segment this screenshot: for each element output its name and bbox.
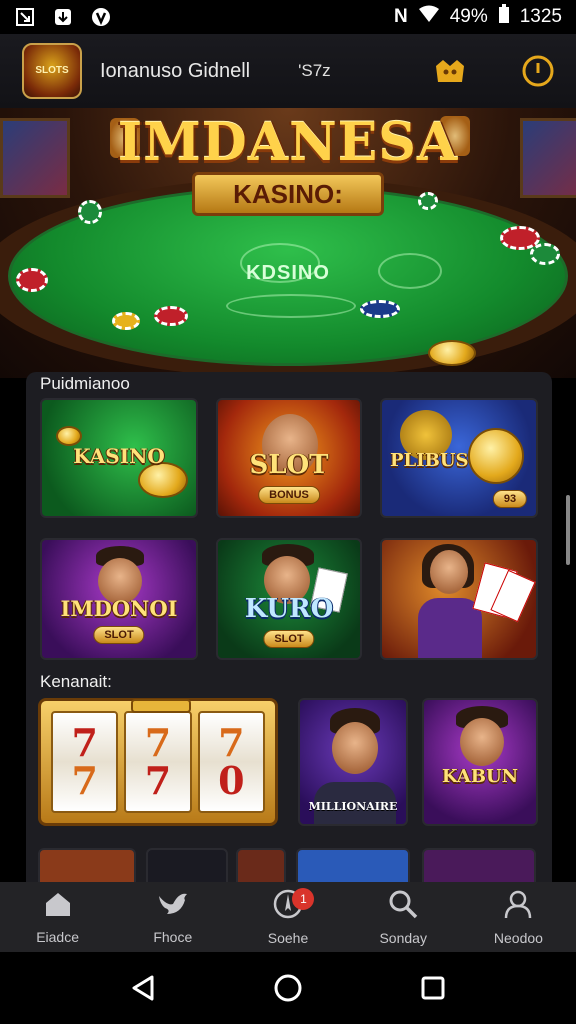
poker-chip	[530, 243, 560, 265]
app-logo[interactable]: SLOTS	[22, 43, 82, 99]
game-tile-card-dealer[interactable]	[380, 538, 538, 660]
game-tile-plibus[interactable]: PLIBUS 93	[380, 398, 538, 518]
home-button-icon[interactable]	[268, 968, 308, 1008]
status-bar: N 49% 1325	[0, 0, 576, 34]
search-icon	[388, 889, 418, 924]
felt-marking	[226, 294, 356, 318]
nav-profile[interactable]: Neodoo	[461, 882, 576, 952]
bird-icon	[157, 890, 189, 923]
recents-icon[interactable]	[413, 968, 453, 1008]
nav-explore[interactable]: Soehe 1	[230, 882, 345, 952]
balance: 'S7z	[298, 61, 331, 80]
hero-plaque: KASINO:	[192, 172, 384, 216]
app-header: SLOTS Ionanuso Gidnell 'S7z	[0, 34, 576, 108]
nav-label: Soehe	[267, 929, 309, 946]
slot-header	[131, 699, 191, 713]
nav-label: Sonday	[379, 929, 427, 946]
section-title-featured: Puidmianoo	[40, 374, 130, 393]
character-art	[332, 722, 378, 774]
nav-feed[interactable]: Fhoce	[115, 882, 230, 952]
nav-label: Neodoo	[493, 929, 543, 946]
nav-label: Fhoce	[153, 928, 193, 945]
poker-chip	[112, 312, 140, 330]
game-title: MILLIONAIRE	[308, 800, 398, 813]
character-art	[430, 550, 468, 594]
gold-coin	[428, 340, 476, 366]
game-title: KURO	[244, 594, 334, 624]
hero-title: IMDANESA	[117, 112, 459, 173]
games-panel: Puidmianoo KASINO SLOT BONUS PLIBUS 93 I…	[26, 372, 552, 892]
scrollbar[interactable]	[566, 495, 570, 565]
user-icon	[503, 889, 533, 924]
game-badge: SLOT	[93, 626, 145, 644]
felt-text: KDSINO	[246, 262, 330, 284]
system-nav-bar	[0, 952, 576, 1024]
gold-coin	[56, 426, 82, 446]
poker-chip	[154, 306, 188, 326]
crown-icon[interactable]	[432, 53, 468, 89]
nav-label: Eiadce	[36, 928, 79, 945]
poker-chip	[418, 192, 438, 210]
slot-reel: 77	[51, 711, 119, 813]
game-tile-kabun[interactable]: KABUN	[422, 698, 538, 826]
bottom-nav: Eiadce Fhoce Soehe 1 Sonday Neodoo	[0, 882, 576, 952]
power-icon[interactable]	[520, 53, 556, 89]
nav-search[interactable]: Sonday	[346, 882, 461, 952]
notification-badge: 1	[292, 888, 315, 910]
back-icon[interactable]	[123, 968, 163, 1008]
clock: 1325	[519, 6, 562, 27]
logo-text: SLOTS	[35, 65, 69, 76]
app-title: Ionanuso Gidnell	[100, 59, 251, 82]
game-tile-imdonoi[interactable]: IMDONOI SLOT	[40, 538, 198, 660]
game-badge: 93	[492, 490, 528, 508]
battery-icon	[498, 4, 510, 30]
game-tile-millionaire[interactable]: MILLIONAIRE	[298, 698, 408, 826]
game-title: IMDONOI	[60, 596, 178, 621]
game-title: SLOT	[249, 450, 329, 480]
game-tile-slot-machine[interactable]: 77 77 70	[38, 698, 278, 826]
screenshot-icon	[14, 6, 36, 28]
wifi-icon	[418, 5, 440, 29]
game-title: PLIBUS	[390, 450, 469, 471]
character-art	[460, 718, 504, 766]
game-badge: SLOT	[263, 630, 315, 648]
nav-home[interactable]: Eiadce	[0, 882, 115, 952]
shield-icon	[90, 6, 112, 28]
download-icon	[52, 6, 74, 28]
hero-banner[interactable]: KDSINO IMDANESA KASINO:	[0, 108, 576, 378]
poker-chip	[16, 268, 48, 292]
slot-reel: 77	[124, 711, 192, 813]
game-tile-kasino[interactable]: KASINO	[40, 398, 198, 518]
home-icon	[43, 890, 73, 923]
nfc-icon: N	[393, 6, 408, 27]
section-title-recent: Kenanait:	[40, 672, 112, 691]
game-tile-slot[interactable]: SLOT BONUS	[216, 398, 362, 518]
game-badge: BONUS	[258, 486, 320, 504]
game-title: KABUN	[441, 766, 519, 787]
game-title: KASINO	[73, 444, 165, 468]
game-tile-kuro[interactable]: KURO SLOT	[216, 538, 362, 660]
slot-reel: 70	[197, 711, 265, 813]
poker-chip	[360, 300, 400, 318]
poker-chip	[78, 200, 102, 224]
battery-percent: 49%	[449, 6, 488, 27]
